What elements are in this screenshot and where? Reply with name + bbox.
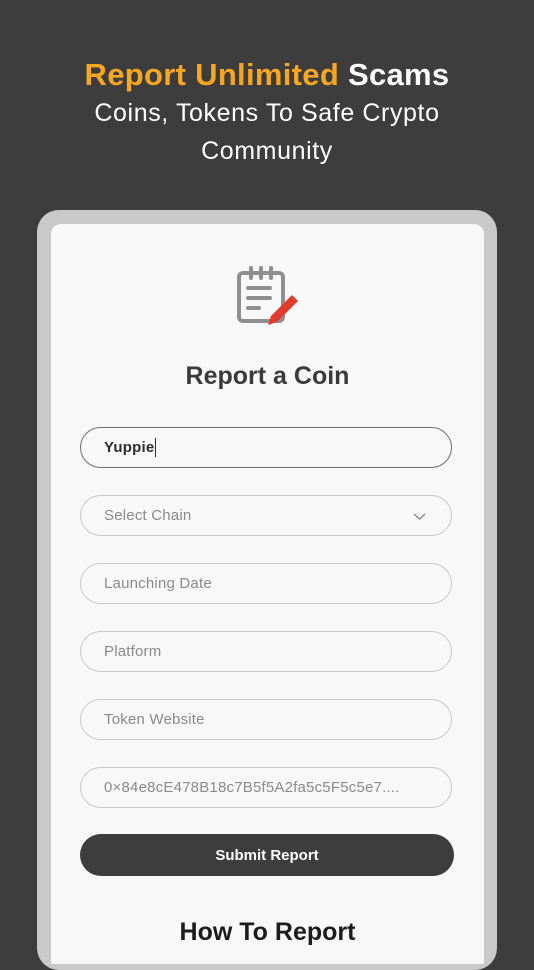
contract-address-placeholder: 0×84e8cE478B18c7B5f5A2fa5c5F5c5e7.... bbox=[104, 779, 400, 796]
hero-title-accent: Report Unlimited bbox=[84, 57, 340, 92]
hero-title: Report Unlimited Scams bbox=[0, 56, 534, 94]
coin-name-value: Yuppie bbox=[104, 439, 155, 456]
hero-subtitle-line1: Coins, Tokens To Safe Crypto bbox=[94, 99, 440, 127]
chevron-down-icon bbox=[413, 513, 426, 520]
launching-date-placeholder: Launching Date bbox=[104, 575, 212, 592]
chain-placeholder: Select Chain bbox=[104, 507, 192, 524]
chain-select[interactable]: Select Chain bbox=[80, 495, 452, 536]
platform-placeholder: Platform bbox=[104, 643, 162, 660]
report-card: Report a Coin Yuppie Select Chain Launch… bbox=[51, 224, 484, 964]
hero-title-white: Scams bbox=[347, 57, 450, 92]
card-title: Report a Coin bbox=[185, 362, 350, 390]
coin-name-input[interactable]: Yuppie bbox=[80, 427, 452, 468]
hero-subtitle-line2: Community bbox=[201, 137, 333, 165]
launching-date-input[interactable]: Launching Date bbox=[80, 563, 452, 604]
text-cursor bbox=[155, 438, 157, 457]
token-website-placeholder: Token Website bbox=[104, 711, 205, 728]
contract-address-input[interactable]: 0×84e8cE478B18c7B5f5A2fa5c5F5c5e7.... bbox=[80, 767, 452, 808]
report-form-icon bbox=[237, 266, 298, 325]
token-website-input[interactable]: Token Website bbox=[80, 699, 452, 740]
hero-section: Report Unlimited Scams Coins, Tokens To … bbox=[0, 56, 534, 170]
how-to-report-heading: How To Report bbox=[179, 918, 356, 946]
platform-input[interactable]: Platform bbox=[80, 631, 452, 672]
submit-report-button[interactable]: Submit Report bbox=[80, 834, 454, 876]
